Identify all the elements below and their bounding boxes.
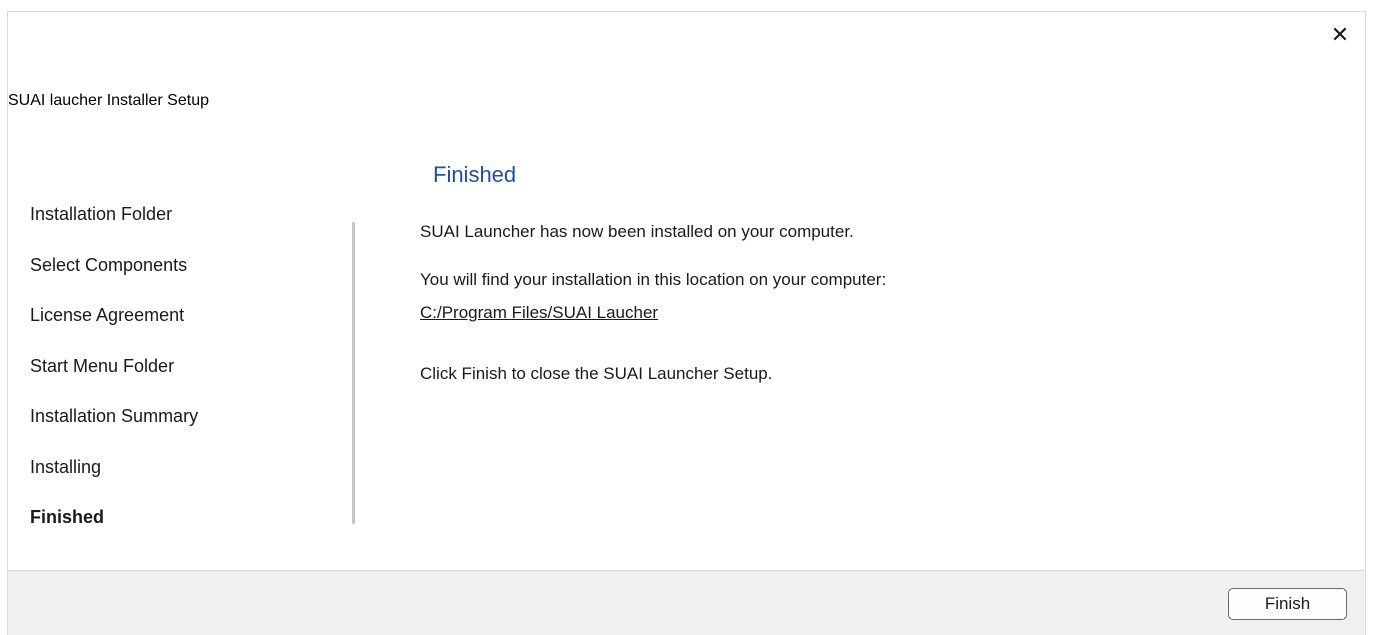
close-icon: ✕ <box>1330 22 1350 47</box>
step-installation-folder: Installation Folder <box>30 204 173 224</box>
close-button[interactable]: ✕ <box>1325 22 1355 50</box>
location-message: You will find your installation in this … <box>420 270 887 289</box>
page-title: Finished <box>433 162 517 187</box>
step-license-agreement: License Agreement <box>30 305 185 325</box>
finish-button[interactable]: Finish <box>1228 588 1347 620</box>
sidebar-divider <box>352 222 355 524</box>
installed-message: SUAI Launcher has now been installed on … <box>420 222 854 241</box>
step-finished: Finished <box>30 507 105 527</box>
step-select-components: Select Components <box>30 254 188 275</box>
footer-bar: Finish <box>8 570 1365 635</box>
installer-window: ✕ SUAI laucher Installer Setup Installat… <box>7 11 1366 635</box>
install-path-link[interactable]: C:/Program Files/SUAI Laucher <box>420 301 658 325</box>
step-installing: Installing <box>30 456 102 477</box>
step-installation-summary: Installation Summary <box>30 406 199 426</box>
main-content: Finished SUAI Launcher has now been inst… <box>420 160 1320 386</box>
step-start-menu-folder: Start Menu Folder <box>30 355 175 376</box>
window-title: SUAI laucher Installer Setup <box>8 92 209 109</box>
close-instructions: Click Finish to close the SUAI Launcher … <box>420 364 773 383</box>
step-list: Installation Folder Select Components Li… <box>30 202 330 556</box>
